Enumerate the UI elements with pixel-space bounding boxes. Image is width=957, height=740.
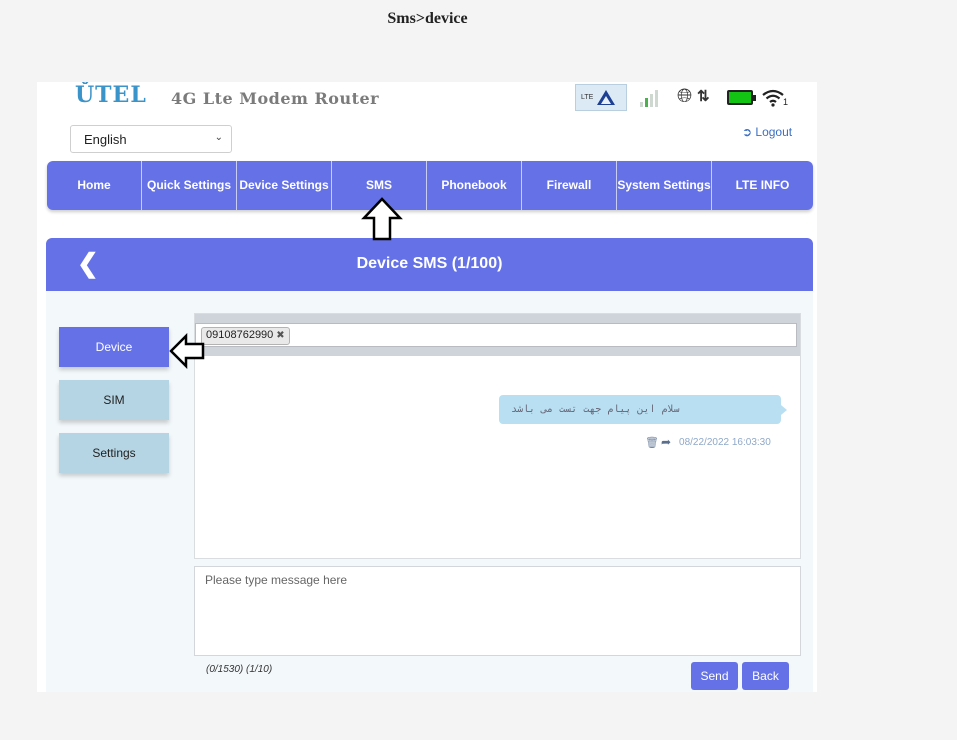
forward-icon[interactable]: ➦ (661, 435, 671, 449)
message-input-placeholder: Please type message here (205, 573, 348, 587)
message-timestamp: 08/22/2022 16:03:30 (679, 436, 771, 448)
sms-header: ❮ Device SMS (1/100) (46, 238, 813, 291)
sidebar-item-settings[interactable]: Settings (59, 433, 169, 473)
network-type-label: LTE (581, 94, 594, 101)
signal-icon (640, 89, 662, 107)
character-counter: (0/1530) (1/10) (206, 664, 273, 675)
main-nav: Home Quick Settings Device Settings SMS … (47, 161, 813, 210)
language-selected-value: English (84, 132, 127, 147)
nav-device-settings[interactable]: Device Settings (237, 161, 332, 210)
nav-lte-info[interactable]: LTE INFO (712, 161, 813, 210)
conversation-panel: سلام این پیام جهت تست می باشد 🗑︎ ➦ 08/22… (194, 313, 801, 559)
send-button[interactable]: Send (691, 662, 738, 690)
logout-icon: ➲ (742, 125, 753, 139)
nav-quick-settings[interactable]: Quick Settings (142, 161, 237, 210)
lte-network-icon: LTE (575, 84, 627, 111)
document-title: Sms>device (387, 10, 468, 27)
sidebar-item-label: Device (95, 340, 133, 354)
nav-firewall[interactable]: Firewall (522, 161, 617, 210)
message-meta: 🗑︎ ➦ 08/22/2022 16:03:30 (645, 435, 771, 449)
recipient-chip[interactable]: 09108762990 ✖ (201, 327, 290, 345)
globe-icon: 🌐︎ (677, 86, 693, 107)
sidebar-item-label: SIM (103, 393, 125, 407)
wifi-client-count: 1 (783, 97, 789, 107)
recipient-input[interactable]: 09108762990 ✖ (195, 323, 797, 347)
wifi-icon (762, 89, 784, 107)
remove-recipient-icon[interactable]: ✖ (276, 330, 284, 341)
logout-link[interactable]: ➲ Logout (742, 125, 792, 139)
router-web-ui: ǓTEL 4G Lte Modem Router LTE 🌐︎ ⇅ 1 Engl… (37, 82, 817, 692)
recipient-number: 09108762990 (206, 329, 274, 341)
operator-logo-icon (597, 90, 616, 105)
nav-system-settings[interactable]: System Settings (617, 161, 712, 210)
sidebar-item-device[interactable]: Device (59, 327, 169, 367)
message-bubble[interactable]: سلام این پیام جهت تست می باشد (499, 395, 787, 424)
chevron-down-icon: ⌄ (214, 132, 223, 143)
sms-page-title: Device SMS (1/100) (356, 255, 503, 272)
trash-icon[interactable]: 🗑︎ (645, 436, 659, 449)
back-button[interactable]: Back (742, 662, 789, 690)
annotation-left-arrow-icon (169, 333, 205, 369)
product-subtitle: 4G Lte Modem Router (171, 89, 380, 108)
message-input[interactable]: Please type message here (194, 566, 801, 656)
sidebar-item-label: Settings (92, 446, 136, 460)
sidebar-item-sim[interactable]: SIM (59, 380, 169, 420)
data-arrows-icon: ⇅ (697, 88, 710, 105)
logout-label: Logout (755, 125, 793, 139)
annotation-up-arrow-icon (361, 197, 403, 241)
nav-home[interactable]: Home (47, 161, 142, 210)
language-select[interactable]: English ⌄ (70, 125, 232, 153)
utel-logo: ǓTEL (75, 82, 147, 108)
sms-content: Device SIM Settings سلام این پیام جهت تس… (46, 291, 813, 692)
nav-phonebook[interactable]: Phonebook (427, 161, 522, 210)
battery-icon (727, 90, 756, 105)
